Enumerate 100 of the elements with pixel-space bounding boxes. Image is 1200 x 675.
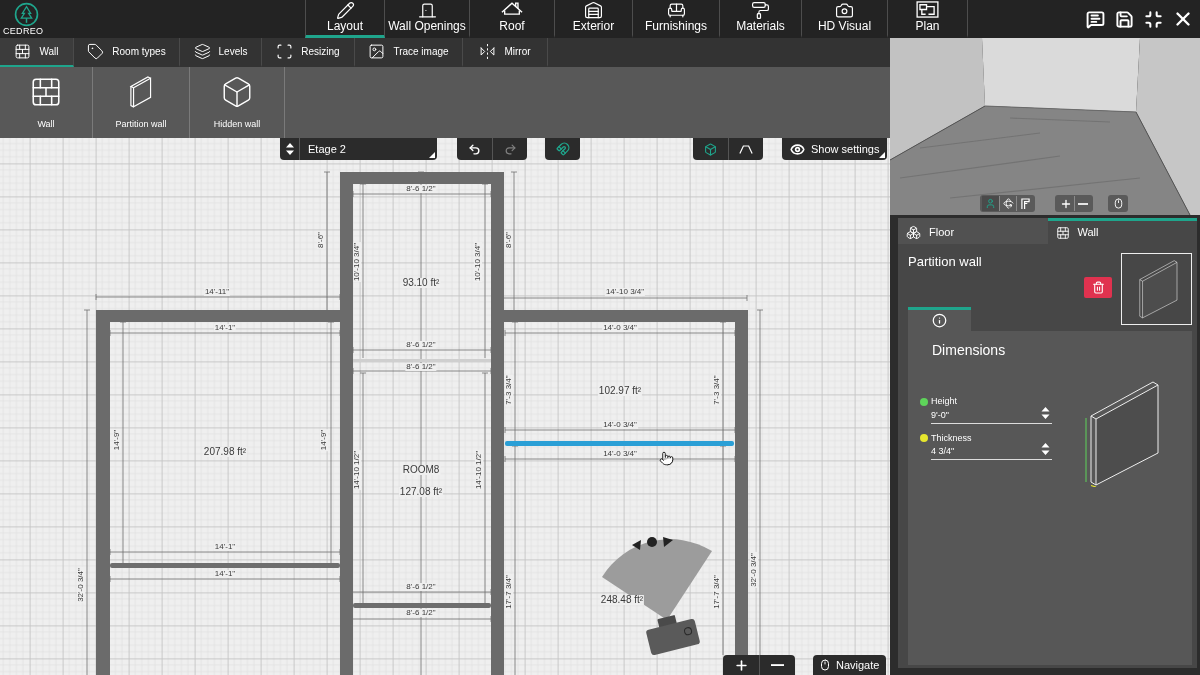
floor-plan-icon xyxy=(916,1,939,18)
info-tab[interactable] xyxy=(908,307,971,331)
comment-icon xyxy=(1085,9,1105,29)
camera-icon xyxy=(835,1,854,20)
dimension-label: 14'-1" xyxy=(213,543,237,551)
eye-icon xyxy=(790,141,805,157)
cube-view-button[interactable] xyxy=(693,138,728,160)
dimension-label: 8'-6 1/2" xyxy=(405,363,437,371)
exit-fullscreen-icon xyxy=(1143,9,1163,29)
dimension-label: 32'-0 3/4" xyxy=(77,567,85,603)
image-frame-icon xyxy=(368,43,386,60)
dimension-label: 8'-6 1/2" xyxy=(405,341,437,349)
minus-icon xyxy=(771,663,784,667)
tree-logo-icon xyxy=(14,2,39,27)
layers-icon xyxy=(193,43,211,60)
dimension-label: 14'-11" xyxy=(203,288,231,296)
plus-icon xyxy=(1059,197,1072,210)
sofa-icon xyxy=(666,1,686,20)
level-select[interactable]: Etage 2 xyxy=(280,138,437,160)
exit-fullscreen-button[interactable] xyxy=(1143,8,1163,30)
f-shape-icon xyxy=(1020,198,1030,209)
dimension-label: 14'-10 3/4" xyxy=(604,288,646,296)
dimension-input[interactable]: 9'-0" xyxy=(931,408,1052,424)
brick-wall-icon xyxy=(1055,225,1070,240)
undo-icon xyxy=(468,142,481,156)
minus-icon xyxy=(1078,202,1088,205)
dimension-label: 8'-6 1/2" xyxy=(405,185,437,193)
info-icon xyxy=(932,313,947,328)
dimension-label: 7'-3 3/4" xyxy=(505,374,513,406)
view-mode-button[interactable] xyxy=(999,196,1016,211)
mirror-icon xyxy=(479,43,497,60)
dimension-label: 8'-6" xyxy=(317,231,325,249)
delete-button[interactable] xyxy=(1084,277,1112,298)
field-label: Height xyxy=(931,395,957,408)
roof-view-button[interactable] xyxy=(728,138,763,160)
up-down-arrows-icon xyxy=(285,143,294,155)
show-settings-button[interactable]: Show settings xyxy=(782,138,887,160)
magnet-icon xyxy=(555,142,570,156)
person-icon xyxy=(985,198,996,209)
room-area-label: 93.10 ft² xyxy=(401,278,441,288)
resize-corner-icon xyxy=(429,152,435,158)
zoom-in-button[interactable] xyxy=(723,655,759,675)
room-area-label: 207.98 ft² xyxy=(202,447,248,457)
logo-text: CEDREO xyxy=(3,27,44,36)
room-area-label: 102.97 ft² xyxy=(597,386,643,396)
dimension-label: 14'-10 1/2" xyxy=(475,449,483,491)
dimension-label: 14'-1" xyxy=(213,324,237,332)
tag-icon xyxy=(87,43,105,60)
dimension-label: 10'-10 3/4" xyxy=(474,241,482,283)
dimension-label: 8'-6" xyxy=(505,231,513,249)
dimension-label: 14'-9" xyxy=(320,428,328,452)
building-icon xyxy=(584,1,603,20)
field-label: Thickness xyxy=(931,431,972,445)
brick-wall-icon xyxy=(29,75,63,109)
dimension-label: 14'-9" xyxy=(113,428,121,452)
mouse-mode-button[interactable] xyxy=(1108,195,1128,212)
spinner-arrows-icon xyxy=(1041,406,1050,419)
dimension-label: 8'-6 1/2" xyxy=(405,609,437,617)
dimension-label: 14'-0 3/4" xyxy=(602,324,638,332)
dimension-label: 14'-1" xyxy=(213,570,237,578)
dimension-label: 14'-0 3/4" xyxy=(602,421,638,429)
zoom-out-button[interactable] xyxy=(1074,196,1091,211)
mouse-icon xyxy=(1112,198,1124,209)
spinner-arrows-icon xyxy=(1041,443,1050,455)
dimension-label: 14'-0 3/4" xyxy=(602,450,638,458)
navigate-button[interactable]: Navigate xyxy=(813,655,886,675)
resize-corner-icon xyxy=(879,152,885,158)
hand-cursor-icon xyxy=(659,451,674,466)
sub-tab[interactable]: Wall xyxy=(0,38,74,67)
door-icon xyxy=(417,1,437,20)
dimension-label: 32'-0 3/4" xyxy=(750,552,758,588)
comment-button[interactable] xyxy=(1085,8,1105,30)
panel-tab[interactable]: Floor xyxy=(898,218,1048,244)
dimension-label: 10'-10 3/4" xyxy=(353,241,361,283)
save-icon xyxy=(1114,9,1134,29)
dimension-label: 8'-6 1/2" xyxy=(405,583,437,591)
brick-wall-icon xyxy=(14,43,32,60)
room-area-label: 127.08 ft² xyxy=(398,487,444,497)
mouse-icon xyxy=(819,659,831,671)
paint-roller-icon xyxy=(751,1,770,20)
room-area-label: 248.48 ft² xyxy=(599,595,645,605)
roof-outline-icon xyxy=(739,144,753,154)
dimension-label: 7'-3 3/4" xyxy=(713,374,721,406)
cube-stack-icon xyxy=(906,225,921,240)
section-title: Dimensions xyxy=(931,341,1007,360)
dimension-label: 14'-10 1/2" xyxy=(353,449,361,491)
rotate-3d-icon xyxy=(1002,198,1014,209)
plus-icon xyxy=(733,657,749,673)
panel-title: Partition wall xyxy=(908,253,983,271)
zoom-out-button[interactable] xyxy=(759,655,795,675)
trash-icon xyxy=(1091,281,1105,294)
dimension-label: 17'-7 3/4" xyxy=(505,574,513,610)
cube-icon xyxy=(704,142,717,156)
undo-button[interactable] xyxy=(457,138,492,160)
dimension-input[interactable]: 4 3/4" xyxy=(931,445,1052,460)
scan-frame-icon xyxy=(276,43,294,60)
view-mode-button[interactable] xyxy=(1016,196,1033,211)
camera-marker[interactable] xyxy=(602,537,712,656)
magnet-button[interactable] xyxy=(545,138,580,160)
save-button[interactable] xyxy=(1114,8,1134,30)
